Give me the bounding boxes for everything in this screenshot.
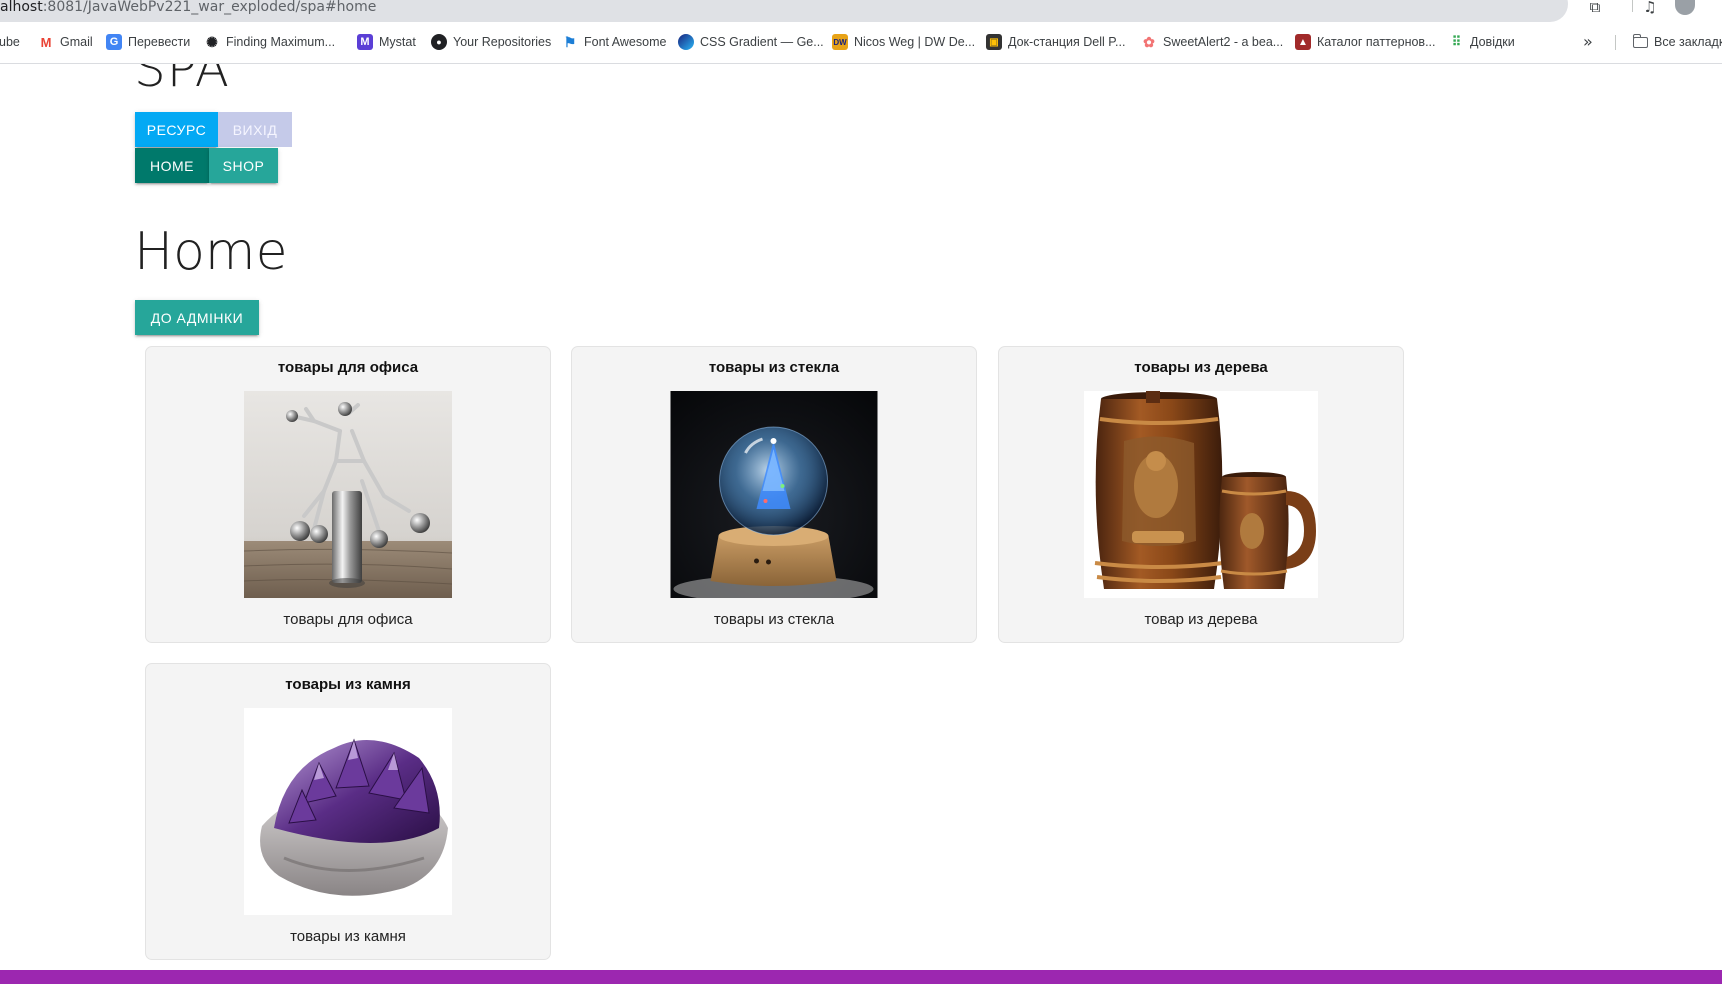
browser-chrome: alhost:8081/JavaWebPv221_war_exploded/sp…	[0, 0, 1722, 64]
bookmark-label: Font Awesome	[584, 35, 667, 49]
bookmark-label: SweetAlert2 - a bea...	[1163, 35, 1284, 49]
gradient-icon	[678, 34, 694, 50]
wooden-mugs-image	[1084, 391, 1318, 598]
url-text[interactable]: alhost:8081/JavaWebPv221_war_exploded/sp…	[0, 0, 376, 15]
bookmark-label: CSS Gradient — Ge...	[700, 35, 824, 49]
home-button[interactable]: HOME	[135, 148, 209, 183]
bookmark-label: Gmail	[60, 35, 93, 49]
bookmarks-separator	[1615, 35, 1616, 50]
bookmark-label: Your Repositories	[453, 35, 552, 49]
app-title: SPA	[134, 64, 230, 98]
bookmark-label: ube	[0, 35, 20, 49]
bookmark-css-gradient[interactable]: CSS Gradient — Ge...	[678, 31, 824, 53]
bookmark-label: Док-станция Dell P...	[1008, 35, 1126, 49]
exit-button[interactable]: ВИХІД	[218, 112, 292, 147]
github-icon: ●	[431, 34, 447, 50]
translate-icon: G	[106, 34, 122, 50]
category-card-wood[interactable]: товары из дерева товар из дерева	[998, 346, 1404, 643]
wooden-mugs-illustration	[1084, 391, 1318, 598]
openai-icon: ✺	[206, 33, 218, 50]
category-card-office[interactable]: товары для офиса товары для офиса	[145, 346, 551, 643]
card-title: товары из стекла	[708, 359, 840, 376]
address-bar[interactable]: alhost:8081/JavaWebPv221_war_exploded/sp…	[0, 0, 1568, 22]
all-bookmarks-folder[interactable]: Все закладк	[1632, 31, 1722, 53]
bookmark-translate[interactable]: G Перевести	[106, 31, 190, 53]
url-host: alhost	[0, 0, 43, 15]
mystat-icon: M	[357, 34, 373, 50]
bookmark-dovidky[interactable]: ⠿ Довідки	[1448, 31, 1515, 53]
bookmark-finding-maximum[interactable]: ✺ Finding Maximum...	[204, 31, 335, 53]
category-card-stone[interactable]: товары из камня товары из камня	[145, 663, 551, 960]
bookmark-label: Довідки	[1470, 35, 1515, 49]
bookmark-patterns-catalog[interactable]: ▲ Каталог паттернов...	[1295, 31, 1436, 53]
bookmark-sweetalert[interactable]: ✿ SweetAlert2 - a bea...	[1141, 31, 1283, 53]
bookmark-label: Перевести	[128, 35, 191, 49]
refactoring-icon: ▲	[1295, 34, 1311, 50]
glass-ball-image	[670, 391, 878, 598]
amethyst-image	[244, 708, 452, 915]
footer-bar	[0, 970, 1722, 984]
shop-button[interactable]: SHOP	[209, 148, 278, 183]
bookmark-youtube[interactable]: ube	[0, 31, 20, 53]
card-title: товары из камня	[285, 676, 411, 693]
dw-icon: DW	[832, 34, 848, 50]
url-path: :8081/JavaWebPv221_war_exploded/spa#home	[42, 0, 377, 15]
bookmark-mystat[interactable]: M Mystat	[357, 31, 416, 53]
bookmark-label: Finding Maximum...	[226, 35, 336, 49]
bookmark-font-awesome[interactable]: ⚑ Font Awesome	[562, 31, 667, 53]
media-controls-icon[interactable]: ♫	[1640, 0, 1660, 16]
card-title: товары из дерева	[1134, 359, 1268, 376]
bookmarks-bar: ube M Gmail G Перевести ✺ Finding Maximu…	[0, 31, 1722, 53]
bookmark-nicos-weg[interactable]: DW Nicos Weg | DW De...	[832, 31, 975, 53]
shop-bag-icon: ▣	[986, 34, 1002, 50]
office-toy-illustration	[244, 391, 452, 598]
card-description: товар из дерева	[1144, 611, 1258, 628]
card-description: товары из камня	[290, 928, 406, 945]
profile-avatar-icon[interactable]	[1675, 0, 1695, 15]
page-title: Home	[134, 222, 288, 282]
glass-ball-illustration	[670, 391, 878, 598]
office-toy-image	[244, 391, 452, 598]
bookmark-dell-dock[interactable]: ▣ Док-станция Dell P...	[986, 31, 1125, 53]
page-content: SPA РЕСУРС ВИХІД HOME SHOP Home ДО АДМІН…	[0, 64, 1722, 970]
sweetalert-icon: ✿	[1143, 33, 1155, 50]
translate-page-icon[interactable]: ⌘	[1504, 0, 1522, 4]
apps-icon: ⠿	[1451, 34, 1462, 49]
admin-button[interactable]: ДО АДМІНКИ	[135, 300, 259, 335]
card-description: товары из стекла	[713, 611, 835, 628]
card-description: товары для офиса	[283, 611, 413, 628]
all-bookmarks-label: Все закладк	[1654, 35, 1722, 49]
bookmark-label: Каталог паттернов...	[1317, 35, 1436, 49]
extensions-icon[interactable]: ⧉	[1585, 0, 1605, 16]
category-card-glass[interactable]: товары из стекла товары из стекла	[571, 346, 977, 643]
card-title: товары для офиса	[277, 359, 419, 376]
resource-button[interactable]: РЕСУРС	[135, 112, 218, 147]
bookmark-star-icon[interactable]: ☆	[1536, 0, 1554, 4]
bookmark-label: Mystat	[379, 35, 416, 49]
gmail-icon: M	[40, 34, 52, 50]
flag-icon: ⚑	[563, 33, 577, 50]
toolbar-separator	[1632, 0, 1633, 12]
bookmark-github[interactable]: ● Your Repositories	[431, 31, 551, 53]
folder-icon	[1632, 33, 1648, 48]
amethyst-illustration	[244, 708, 452, 915]
bookmark-label: Nicos Weg | DW De...	[854, 35, 976, 49]
bookmark-gmail[interactable]: M Gmail	[38, 31, 93, 53]
more-bookmarks-icon[interactable]: »	[1583, 31, 1593, 53]
